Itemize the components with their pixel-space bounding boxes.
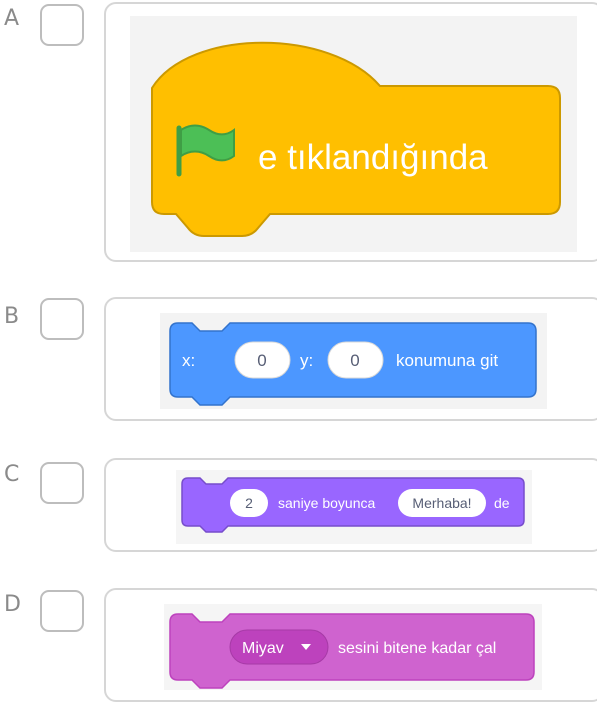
option-b-letter: B [4,304,20,329]
motion-block-image: x: 0 y: 0 konumuna git [160,313,547,409]
option-a-checkbox[interactable] [40,4,84,46]
y-label: y: [300,351,313,370]
block-label: e tıklandığında [258,138,488,177]
option-d-checkbox[interactable] [40,590,84,632]
say-for-seconds-block: 2 saniye boyunca Merhaba! de [181,477,525,533]
seconds-input: 2 [245,495,253,511]
x-value-input: 0 [257,351,266,370]
sound-dropdown-value: Miyav [242,640,284,657]
block-label: saniye boyunca [278,495,376,511]
block-label: konumuna git [396,351,498,370]
option-c-letter: C [4,462,20,487]
sound-block-image: Miyav sesini bitene kadar çal [164,604,542,690]
option-b-card[interactable]: x: 0 y: 0 konumuna git [104,297,597,421]
message-input: Merhaba! [412,495,471,511]
block-suffix: de [494,495,510,511]
x-label: x: [182,351,195,370]
looks-block-image: 2 saniye boyunca Merhaba! de [176,470,532,544]
when-flag-clicked-block: e tıklandığında [151,41,561,237]
play-sound-until-done-block: Miyav sesini bitene kadar çal [169,613,535,689]
option-a-letter: A [4,6,20,31]
block-label: sesini bitene kadar çal [338,640,496,657]
y-value-input: 0 [350,351,359,370]
go-to-xy-block: x: 0 y: 0 konumuna git [169,322,537,406]
hat-block-image: e tıklandığında [130,16,577,252]
option-a-card[interactable]: e tıklandığında [104,2,597,262]
option-c-checkbox[interactable] [40,462,84,504]
option-d-card[interactable]: Miyav sesini bitene kadar çal [104,588,597,702]
option-b-checkbox[interactable] [40,298,84,340]
option-d-letter: D [4,592,21,617]
option-c-card[interactable]: 2 saniye boyunca Merhaba! de [104,458,597,552]
